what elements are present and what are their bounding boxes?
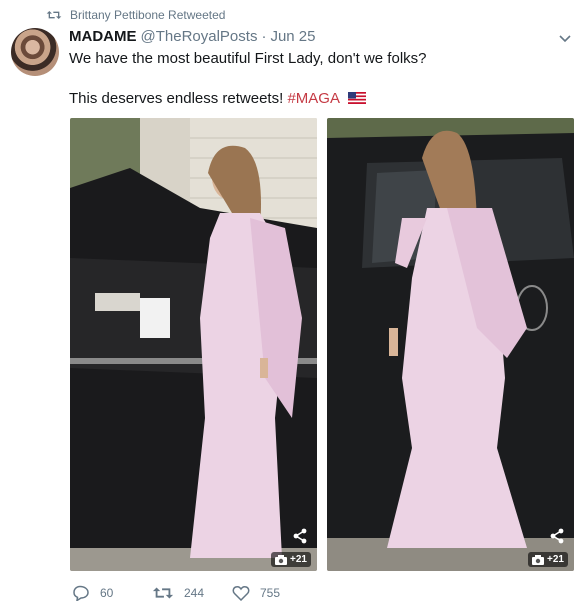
share-icon-right[interactable] (548, 527, 566, 545)
photo-count-text: +21 (290, 554, 307, 565)
retweet-button[interactable]: 244 (152, 585, 232, 601)
tweet-text-line1: We have the most beautiful First Lady, d… (69, 50, 427, 67)
share-icon[interactable] (291, 527, 309, 545)
separator-dot: · (261, 28, 267, 45)
photo-count-text-right: +21 (547, 554, 564, 565)
photo-left-image (70, 118, 317, 571)
retweet-context-text[interactable]: Brittany Pettibone Retweeted (70, 8, 225, 22)
retweet-icon (46, 11, 62, 19)
camera-icon (275, 554, 288, 565)
like-count: 755 (260, 586, 281, 600)
tweet-text-line2: This deserves endless retweets! #MAGA (69, 89, 569, 109)
like-button[interactable]: 755 (232, 585, 280, 601)
camera-icon (532, 554, 545, 565)
us-flag-icon (348, 92, 367, 104)
hashtag-link[interactable]: #MAGA (287, 90, 339, 107)
heart-icon (232, 586, 250, 601)
photo-count-badge-right[interactable]: +21 (528, 552, 568, 567)
reply-icon (73, 585, 89, 601)
retweet-context: Brittany Pettibone Retweeted (46, 8, 225, 22)
retweet-icon (152, 587, 174, 599)
avatar[interactable] (11, 28, 59, 76)
reply-button[interactable]: 60 (72, 585, 152, 601)
tweet-actions: 60 244 755 (72, 585, 280, 601)
tweet-header: MADAME @TheRoyalPosts · Jun 25 (69, 28, 316, 45)
photo-right[interactable]: +21 (327, 118, 574, 571)
photo-count-badge[interactable]: +21 (271, 552, 311, 567)
tweet-text: We have the most beautiful First Lady, d… (69, 49, 569, 109)
author-handle[interactable]: @TheRoyalPosts (141, 28, 258, 45)
tweet-date[interactable]: Jun 25 (270, 28, 315, 45)
author-name[interactable]: MADAME (69, 28, 137, 45)
retweet-count: 244 (184, 586, 205, 600)
tweet-text-line2-body: This deserves endless retweets! (69, 90, 284, 107)
chevron-down-icon[interactable] (557, 30, 573, 46)
photo-left[interactable]: +21 (70, 118, 317, 571)
photo-right-image (327, 118, 574, 571)
reply-count: 60 (100, 586, 114, 600)
